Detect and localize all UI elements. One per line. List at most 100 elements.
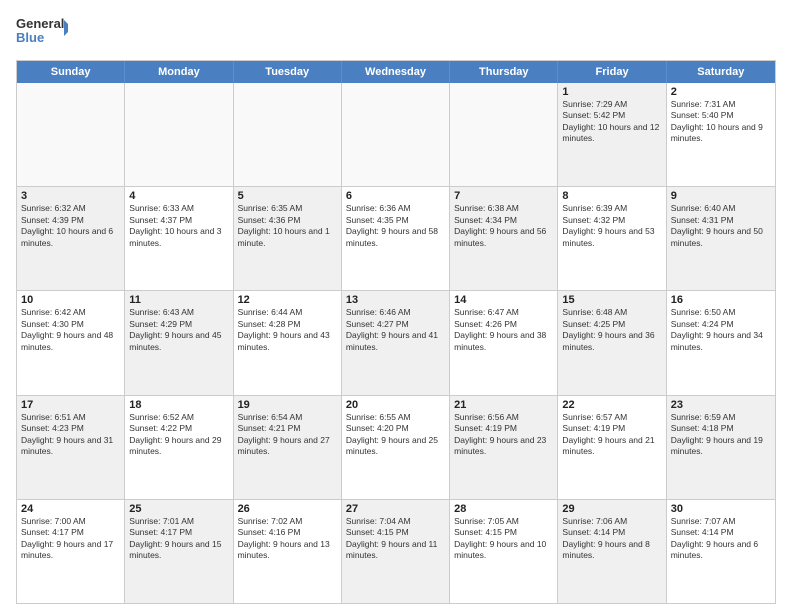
day-info: Sunrise: 6:43 AM Sunset: 4:29 PM Dayligh… [129,307,228,353]
day-number: 29 [562,503,661,515]
day-info: Sunrise: 7:00 AM Sunset: 4:17 PM Dayligh… [21,516,120,562]
day-info: Sunrise: 6:33 AM Sunset: 4:37 PM Dayligh… [129,203,228,249]
calendar-cell-r2-c5: 15Sunrise: 6:48 AM Sunset: 4:25 PM Dayli… [558,291,666,394]
day-info: Sunrise: 6:38 AM Sunset: 4:34 PM Dayligh… [454,203,553,249]
logo-svg: General Blue [16,12,68,52]
day-number: 8 [562,190,661,202]
day-info: Sunrise: 6:40 AM Sunset: 4:31 PM Dayligh… [671,203,771,249]
day-info: Sunrise: 7:06 AM Sunset: 4:14 PM Dayligh… [562,516,661,562]
day-info: Sunrise: 6:54 AM Sunset: 4:21 PM Dayligh… [238,412,337,458]
calendar-cell-r3-c4: 21Sunrise: 6:56 AM Sunset: 4:19 PM Dayli… [450,396,558,499]
day-info: Sunrise: 6:52 AM Sunset: 4:22 PM Dayligh… [129,412,228,458]
day-info: Sunrise: 6:51 AM Sunset: 4:23 PM Dayligh… [21,412,120,458]
calendar-cell-r1-c0: 3Sunrise: 6:32 AM Sunset: 4:39 PM Daylig… [17,187,125,290]
day-info: Sunrise: 6:39 AM Sunset: 4:32 PM Dayligh… [562,203,661,249]
calendar-cell-r1-c2: 5Sunrise: 6:35 AM Sunset: 4:36 PM Daylig… [234,187,342,290]
header-day-tuesday: Tuesday [234,61,342,83]
day-number: 12 [238,294,337,306]
calendar-cell-r3-c3: 20Sunrise: 6:55 AM Sunset: 4:20 PM Dayli… [342,396,450,499]
day-number: 9 [671,190,771,202]
logo: General Blue [16,12,68,52]
day-number: 27 [346,503,445,515]
day-number: 13 [346,294,445,306]
day-number: 6 [346,190,445,202]
calendar-cell-r0-c0 [17,83,125,186]
header-day-wednesday: Wednesday [342,61,450,83]
day-info: Sunrise: 7:04 AM Sunset: 4:15 PM Dayligh… [346,516,445,562]
day-number: 4 [129,190,228,202]
day-number: 19 [238,399,337,411]
calendar-cell-r2-c0: 10Sunrise: 6:42 AM Sunset: 4:30 PM Dayli… [17,291,125,394]
day-number: 3 [21,190,120,202]
calendar-cell-r4-c3: 27Sunrise: 7:04 AM Sunset: 4:15 PM Dayli… [342,500,450,603]
calendar-cell-r4-c1: 25Sunrise: 7:01 AM Sunset: 4:17 PM Dayli… [125,500,233,603]
day-number: 14 [454,294,553,306]
calendar-cell-r4-c0: 24Sunrise: 7:00 AM Sunset: 4:17 PM Dayli… [17,500,125,603]
calendar-cell-r2-c6: 16Sunrise: 6:50 AM Sunset: 4:24 PM Dayli… [667,291,775,394]
day-info: Sunrise: 7:05 AM Sunset: 4:15 PM Dayligh… [454,516,553,562]
day-number: 24 [21,503,120,515]
day-info: Sunrise: 7:07 AM Sunset: 4:14 PM Dayligh… [671,516,771,562]
day-number: 15 [562,294,661,306]
day-info: Sunrise: 6:59 AM Sunset: 4:18 PM Dayligh… [671,412,771,458]
day-info: Sunrise: 6:42 AM Sunset: 4:30 PM Dayligh… [21,307,120,353]
calendar-header: SundayMondayTuesdayWednesdayThursdayFrid… [17,61,775,83]
day-info: Sunrise: 6:47 AM Sunset: 4:26 PM Dayligh… [454,307,553,353]
calendar-row-3: 17Sunrise: 6:51 AM Sunset: 4:23 PM Dayli… [17,395,775,499]
day-number: 23 [671,399,771,411]
calendar-cell-r0-c4 [450,83,558,186]
day-number: 26 [238,503,337,515]
calendar-cell-r4-c5: 29Sunrise: 7:06 AM Sunset: 4:14 PM Dayli… [558,500,666,603]
calendar-cell-r4-c6: 30Sunrise: 7:07 AM Sunset: 4:14 PM Dayli… [667,500,775,603]
day-number: 16 [671,294,771,306]
day-info: Sunrise: 7:01 AM Sunset: 4:17 PM Dayligh… [129,516,228,562]
header-day-saturday: Saturday [667,61,775,83]
calendar-cell-r0-c2 [234,83,342,186]
day-info: Sunrise: 7:31 AM Sunset: 5:40 PM Dayligh… [671,99,771,145]
calendar-row-2: 10Sunrise: 6:42 AM Sunset: 4:30 PM Dayli… [17,290,775,394]
calendar-cell-r3-c2: 19Sunrise: 6:54 AM Sunset: 4:21 PM Dayli… [234,396,342,499]
day-number: 30 [671,503,771,515]
calendar-row-4: 24Sunrise: 7:00 AM Sunset: 4:17 PM Dayli… [17,499,775,603]
header: General Blue [16,12,776,52]
calendar-cell-r2-c4: 14Sunrise: 6:47 AM Sunset: 4:26 PM Dayli… [450,291,558,394]
calendar-row-0: 1Sunrise: 7:29 AM Sunset: 5:42 PM Daylig… [17,83,775,186]
day-number: 18 [129,399,228,411]
day-number: 22 [562,399,661,411]
day-number: 21 [454,399,553,411]
header-day-sunday: Sunday [17,61,125,83]
day-info: Sunrise: 6:35 AM Sunset: 4:36 PM Dayligh… [238,203,337,249]
day-info: Sunrise: 6:55 AM Sunset: 4:20 PM Dayligh… [346,412,445,458]
calendar-cell-r3-c1: 18Sunrise: 6:52 AM Sunset: 4:22 PM Dayli… [125,396,233,499]
calendar-cell-r3-c5: 22Sunrise: 6:57 AM Sunset: 4:19 PM Dayli… [558,396,666,499]
calendar-row-1: 3Sunrise: 6:32 AM Sunset: 4:39 PM Daylig… [17,186,775,290]
calendar-cell-r0-c3 [342,83,450,186]
calendar-cell-r1-c5: 8Sunrise: 6:39 AM Sunset: 4:32 PM Daylig… [558,187,666,290]
calendar-cell-r1-c4: 7Sunrise: 6:38 AM Sunset: 4:34 PM Daylig… [450,187,558,290]
calendar-cell-r2-c1: 11Sunrise: 6:43 AM Sunset: 4:29 PM Dayli… [125,291,233,394]
calendar-cell-r1-c6: 9Sunrise: 6:40 AM Sunset: 4:31 PM Daylig… [667,187,775,290]
calendar-cell-r4-c2: 26Sunrise: 7:02 AM Sunset: 4:16 PM Dayli… [234,500,342,603]
calendar-cell-r4-c4: 28Sunrise: 7:05 AM Sunset: 4:15 PM Dayli… [450,500,558,603]
day-info: Sunrise: 6:44 AM Sunset: 4:28 PM Dayligh… [238,307,337,353]
day-number: 5 [238,190,337,202]
calendar-cell-r3-c0: 17Sunrise: 6:51 AM Sunset: 4:23 PM Dayli… [17,396,125,499]
calendar-cell-r3-c6: 23Sunrise: 6:59 AM Sunset: 4:18 PM Dayli… [667,396,775,499]
day-info: Sunrise: 6:56 AM Sunset: 4:19 PM Dayligh… [454,412,553,458]
svg-text:General: General [16,16,64,31]
page: General Blue SundayMondayTuesdayWednesda… [0,0,792,612]
day-number: 28 [454,503,553,515]
calendar-cell-r1-c3: 6Sunrise: 6:36 AM Sunset: 4:35 PM Daylig… [342,187,450,290]
day-number: 17 [21,399,120,411]
day-info: Sunrise: 7:02 AM Sunset: 4:16 PM Dayligh… [238,516,337,562]
calendar-cell-r2-c3: 13Sunrise: 6:46 AM Sunset: 4:27 PM Dayli… [342,291,450,394]
calendar-cell-r2-c2: 12Sunrise: 6:44 AM Sunset: 4:28 PM Dayli… [234,291,342,394]
svg-text:Blue: Blue [16,30,44,45]
header-day-monday: Monday [125,61,233,83]
day-number: 7 [454,190,553,202]
day-info: Sunrise: 7:29 AM Sunset: 5:42 PM Dayligh… [562,99,661,145]
calendar: SundayMondayTuesdayWednesdayThursdayFrid… [16,60,776,604]
header-day-thursday: Thursday [450,61,558,83]
day-number: 11 [129,294,228,306]
calendar-cell-r0-c5: 1Sunrise: 7:29 AM Sunset: 5:42 PM Daylig… [558,83,666,186]
